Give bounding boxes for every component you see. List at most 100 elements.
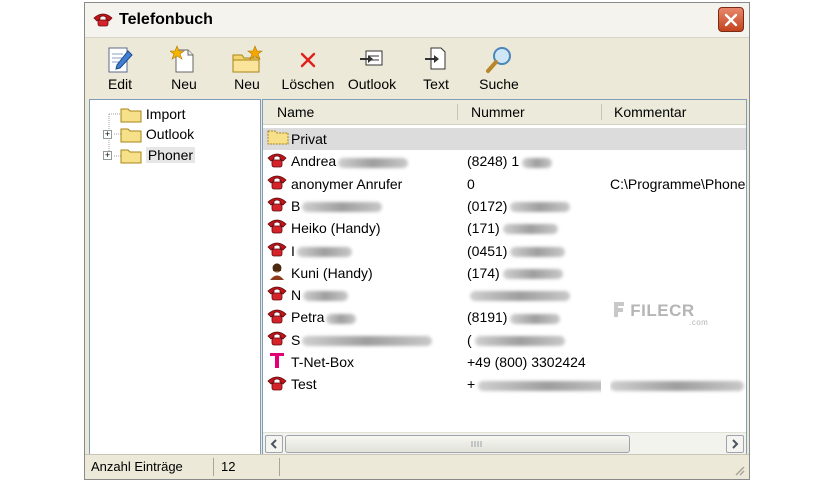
- expand-toggle-phoner[interactable]: +: [103, 151, 112, 160]
- redacted-text: [326, 313, 357, 324]
- import-arrow-icon: [360, 50, 383, 66]
- close-icon: [724, 13, 738, 27]
- scroll-thumb[interactable]: [285, 435, 630, 453]
- contact-row[interactable]: Test +: [263, 373, 746, 395]
- nummer-cell: +: [467, 373, 601, 395]
- expand-toggle-outlook[interactable]: +: [103, 130, 112, 139]
- nummer-cell: (174): [467, 262, 601, 284]
- tree-item-outlook[interactable]: Outlook: [120, 124, 194, 144]
- name-cell: N: [267, 284, 453, 308]
- nummer-text: (0172): [467, 197, 508, 214]
- contact-row[interactable]: I (0451): [263, 240, 746, 262]
- folder-icon: [120, 149, 142, 164]
- kommentar-cell: [610, 373, 746, 395]
- contact-row[interactable]: T-Net-Box +49 (800) 3302424: [263, 351, 746, 373]
- redacted-text: [610, 380, 744, 391]
- filecr-watermark: FILECR .com: [613, 300, 708, 327]
- nummer-text: (0451): [467, 242, 508, 259]
- name-cell: I: [267, 240, 453, 264]
- nummer-cell: (: [467, 329, 601, 351]
- name-text: B: [291, 197, 301, 214]
- horizontal-scrollbar[interactable]: [263, 432, 746, 455]
- redacted-text: [510, 202, 571, 213]
- column-header-name[interactable]: Name: [277, 104, 314, 120]
- folder-row[interactable]: Privat: [263, 128, 746, 150]
- scroll-left-button[interactable]: [265, 435, 283, 453]
- neu-folder-label: Neu: [234, 76, 260, 92]
- nummer-cell: (0451): [467, 240, 601, 262]
- tree-item-import[interactable]: Import: [120, 104, 186, 124]
- redacted-text: [502, 269, 563, 280]
- phone-icon: [267, 331, 287, 346]
- contact-list[interactable]: Name Nummer Kommentar Privat Andrea (8248)…: [262, 99, 747, 456]
- resize-grip-icon[interactable]: [733, 464, 745, 476]
- name-text: N: [291, 287, 302, 304]
- name-cell: S: [267, 329, 453, 353]
- name-cell: Heiko (Handy): [267, 217, 453, 241]
- text-button[interactable]: Text: [416, 42, 456, 96]
- redacted-text: [302, 335, 433, 346]
- name-text: I: [291, 242, 295, 259]
- folder-icon: [120, 128, 142, 143]
- contact-row[interactable]: Andrea (8248) 1: [263, 150, 746, 172]
- redacted-text: [522, 157, 553, 168]
- column-divider[interactable]: [601, 104, 602, 120]
- name-cell: Kuni (Handy): [267, 262, 453, 286]
- edit-label: Edit: [107, 76, 133, 92]
- grip-icon: [471, 441, 482, 447]
- status-divider: [279, 458, 280, 476]
- redacted-text: [296, 246, 352, 257]
- redacted-text: [478, 380, 601, 391]
- nummer-text: (: [467, 331, 472, 348]
- outlook-button[interactable]: Outlook: [346, 42, 398, 96]
- column-header-nummer[interactable]: Nummer: [471, 104, 525, 120]
- list-header: Name Nummer Kommentar: [263, 100, 746, 125]
- telekom-t-icon: [270, 353, 284, 369]
- contact-row[interactable]: Heiko (Handy) (171): [263, 217, 746, 239]
- name-text: Kuni (Handy): [291, 264, 373, 281]
- status-bar: Anzahl Einträge 12: [85, 454, 749, 479]
- person-icon: [270, 263, 284, 281]
- neu-folder-button[interactable]: Neu: [226, 42, 268, 96]
- contact-row[interactable]: B (0172): [263, 195, 746, 217]
- nummer-cell: [467, 284, 601, 306]
- arrow-right-icon: [732, 439, 739, 449]
- title-bar[interactable]: Telefonbuch: [85, 3, 749, 38]
- name-cell: T-Net-Box: [267, 351, 453, 375]
- neu-entry-button[interactable]: Neu: [163, 42, 205, 96]
- redacted-text: [502, 224, 558, 235]
- tree-item-label: Outlook: [145, 126, 195, 142]
- redacted-text: [302, 202, 383, 213]
- scroll-right-button[interactable]: [726, 435, 744, 453]
- contact-row[interactable]: anonymer Anrufer 0 C:\Programme\Phone: [263, 173, 746, 195]
- edit-button[interactable]: Edit: [99, 42, 141, 96]
- column-divider[interactable]: [457, 104, 458, 120]
- tree-item-phoner[interactable]: Phoner: [120, 145, 196, 165]
- nummer-text: 0: [467, 175, 475, 192]
- name-text: Petra: [291, 309, 325, 326]
- name-text: Privat: [291, 131, 327, 147]
- contact-row[interactable]: Kuni (Handy) (174): [263, 262, 746, 284]
- loeschen-button[interactable]: Löschen: [279, 42, 337, 96]
- new-folder-icon: [232, 45, 263, 73]
- column-header-kommentar[interactable]: Kommentar: [614, 104, 686, 120]
- nummer-cell: 0: [467, 173, 601, 195]
- contact-row[interactable]: S(: [263, 329, 746, 351]
- tree-item-label: Phoner: [145, 147, 196, 163]
- close-button[interactable]: [718, 7, 744, 32]
- nummer-cell: (8191): [467, 306, 601, 328]
- new-document-icon: [170, 45, 194, 73]
- phone-icon: [267, 242, 287, 257]
- phone-icon: [267, 309, 287, 324]
- phone-icon: [267, 197, 287, 212]
- watermark-brand: FILECR: [630, 301, 695, 320]
- text-export-icon: [425, 47, 446, 70]
- kommentar-cell: C:\Programme\Phone: [610, 173, 746, 195]
- name-cell: B: [267, 195, 453, 219]
- watermark-suffix: .com: [689, 318, 709, 327]
- neu-entry-label: Neu: [171, 76, 197, 92]
- suche-button[interactable]: Suche: [475, 42, 523, 96]
- folder-tree[interactable]: Import + Outlook + Phoner: [89, 99, 261, 456]
- name-text: Andrea: [291, 153, 337, 170]
- redacted-text: [303, 291, 349, 302]
